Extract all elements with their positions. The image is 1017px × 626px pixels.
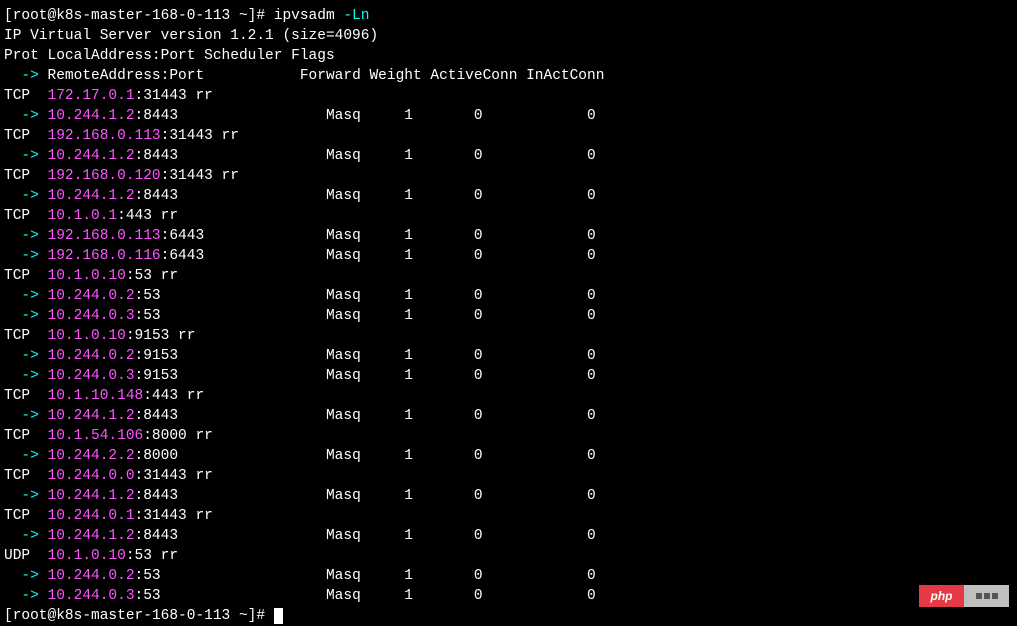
virtual-server-line: TCP 10.1.0.10:9153 rr bbox=[0, 326, 1017, 346]
virtual-server-line: TCP 10.244.0.1:31443 rr bbox=[0, 506, 1017, 526]
real-server-line: -> 10.244.0.3:53 Masq 1 0 0 bbox=[0, 306, 1017, 326]
header-line: -> RemoteAddress:Port Forward Weight Act… bbox=[0, 66, 1017, 86]
prompt-line: [root@k8s-master-168-0-113 ~]# bbox=[0, 606, 1017, 626]
virtual-server-line: TCP 10.1.54.106:8000 rr bbox=[0, 426, 1017, 446]
real-server-line: -> 10.244.1.2:8443 Masq 1 0 0 bbox=[0, 186, 1017, 206]
virtual-server-line: TCP 192.168.0.113:31443 rr bbox=[0, 126, 1017, 146]
dot-icon bbox=[976, 593, 982, 599]
virtual-server-line: TCP 10.1.0.1:443 rr bbox=[0, 206, 1017, 226]
badge-dots bbox=[964, 585, 1009, 607]
real-server-line: -> 10.244.0.2:9153 Masq 1 0 0 bbox=[0, 346, 1017, 366]
badge-text: php bbox=[919, 585, 964, 607]
cursor-icon bbox=[274, 608, 283, 624]
command-line: [root@k8s-master-168-0-113 ~]# ipvsadm -… bbox=[0, 6, 1017, 26]
real-server-line: -> 10.244.1.2:8443 Masq 1 0 0 bbox=[0, 486, 1017, 506]
virtual-server-line: UDP 10.1.0.10:53 rr bbox=[0, 546, 1017, 566]
real-server-line: -> 10.244.0.3:53 Masq 1 0 0 bbox=[0, 586, 1017, 606]
header-line: Prot LocalAddress:Port Scheduler Flags bbox=[0, 46, 1017, 66]
real-server-line: -> 10.244.1.2:8443 Masq 1 0 0 bbox=[0, 106, 1017, 126]
watermark-badge: php bbox=[919, 585, 1009, 607]
dot-icon bbox=[984, 593, 990, 599]
real-server-line: -> 10.244.1.2:8443 Masq 1 0 0 bbox=[0, 526, 1017, 546]
virtual-server-line: TCP 172.17.0.1:31443 rr bbox=[0, 86, 1017, 106]
terminal-output[interactable]: [root@k8s-master-168-0-113 ~]# ipvsadm -… bbox=[0, 6, 1017, 626]
virtual-server-line: TCP 10.1.10.148:443 rr bbox=[0, 386, 1017, 406]
real-server-line: -> 10.244.0.2:53 Masq 1 0 0 bbox=[0, 286, 1017, 306]
real-server-line: -> 10.244.2.2:8000 Masq 1 0 0 bbox=[0, 446, 1017, 466]
real-server-line: -> 10.244.0.2:53 Masq 1 0 0 bbox=[0, 566, 1017, 586]
version-line: IP Virtual Server version 1.2.1 (size=40… bbox=[0, 26, 1017, 46]
virtual-server-line: TCP 10.244.0.0:31443 rr bbox=[0, 466, 1017, 486]
real-server-line: -> 192.168.0.113:6443 Masq 1 0 0 bbox=[0, 226, 1017, 246]
real-server-line: -> 10.244.0.3:9153 Masq 1 0 0 bbox=[0, 366, 1017, 386]
real-server-line: -> 10.244.1.2:8443 Masq 1 0 0 bbox=[0, 146, 1017, 166]
virtual-server-line: TCP 10.1.0.10:53 rr bbox=[0, 266, 1017, 286]
dot-icon bbox=[992, 593, 998, 599]
real-server-line: -> 10.244.1.2:8443 Masq 1 0 0 bbox=[0, 406, 1017, 426]
virtual-server-line: TCP 192.168.0.120:31443 rr bbox=[0, 166, 1017, 186]
real-server-line: -> 192.168.0.116:6443 Masq 1 0 0 bbox=[0, 246, 1017, 266]
